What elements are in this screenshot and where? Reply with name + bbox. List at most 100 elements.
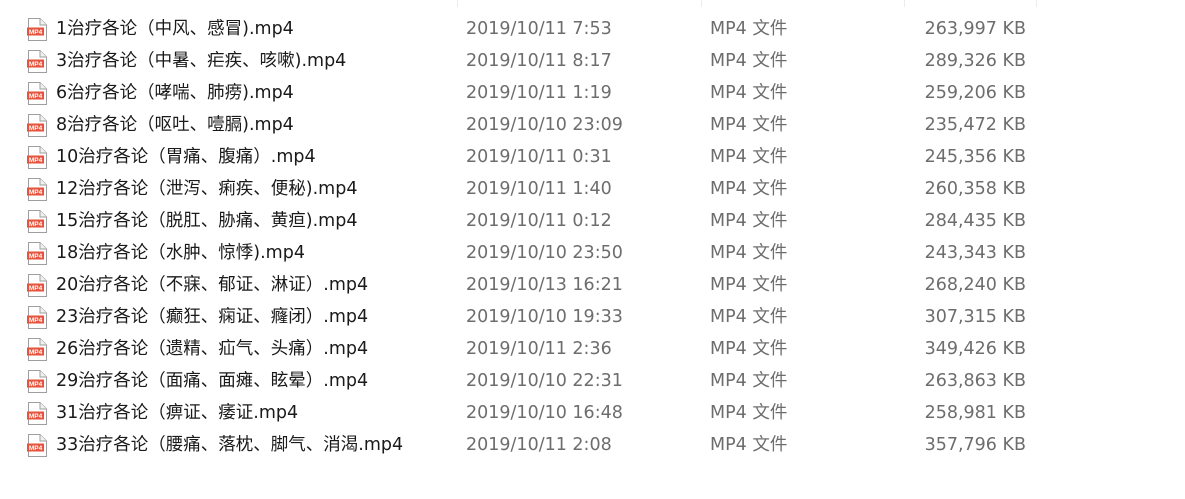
mp4-file-icon: MP4: [27, 338, 47, 361]
file-row[interactable]: MP4 29治疗各论（面痛、面瘫、眩晕）.mp4 2019/10/10 22:3…: [0, 365, 1185, 397]
svg-text:MP4: MP4: [29, 157, 43, 164]
file-row[interactable]: MP4 3治疗各论（中暑、疟疾、咳嗽).mp4 2019/10/11 8:17 …: [0, 45, 1185, 77]
file-row[interactable]: MP4 26治疗各论（遗精、疝气、头痛）.mp4 2019/10/11 2:36…: [0, 333, 1185, 365]
file-size: 243,343 KB: [924, 243, 1026, 263]
file-date-modified: 2019/10/10 22:31: [466, 371, 623, 391]
mp4-file-icon: MP4: [27, 370, 47, 393]
file-row[interactable]: MP4 10治疗各论（胃痛、腹痛）.mp4 2019/10/11 0:31 MP…: [0, 141, 1185, 173]
svg-text:MP4: MP4: [29, 93, 43, 100]
file-date-modified: 2019/10/11 0:12: [466, 211, 612, 231]
mp4-file-icon: MP4: [27, 402, 47, 425]
file-name: 23治疗各论（癫狂、痫证、癃闭）.mp4: [56, 307, 369, 327]
file-row[interactable]: MP4 33治疗各论（腰痛、落枕、脚气、消渴.mp4 2019/10/11 2:…: [0, 429, 1185, 461]
file-type: MP4 文件: [710, 307, 788, 327]
file-type: MP4 文件: [710, 243, 788, 263]
file-date-modified: 2019/10/10 23:50: [466, 243, 623, 263]
file-type: MP4 文件: [710, 275, 788, 295]
file-name: 3治疗各论（中暑、疟疾、咳嗽).mp4: [56, 51, 347, 71]
file-size: 263,997 KB: [924, 19, 1026, 39]
file-name: 29治疗各论（面痛、面瘫、眩晕）.mp4: [56, 371, 369, 391]
mp4-file-icon: MP4: [27, 242, 47, 265]
file-size: 259,206 KB: [924, 83, 1026, 103]
file-size: 263,863 KB: [924, 371, 1026, 391]
file-list: MP4 1治疗各论（中风、感冒).mp4 2019/10/11 7:53 MP4…: [0, 0, 1185, 461]
mp4-file-icon: MP4: [27, 18, 47, 41]
file-type: MP4 文件: [710, 403, 788, 423]
file-type: MP4 文件: [710, 339, 788, 359]
file-type: MP4 文件: [710, 211, 788, 231]
column-divider: [457, 0, 458, 7]
file-name: 15治疗各论（脱肛、胁痛、黄疸).mp4: [56, 211, 358, 231]
svg-text:MP4: MP4: [29, 349, 43, 356]
column-divider: [701, 0, 702, 7]
file-date-modified: 2019/10/10 19:33: [466, 307, 623, 327]
file-date-modified: 2019/10/11 1:40: [466, 179, 612, 199]
svg-text:MP4: MP4: [29, 285, 43, 292]
file-name: 31治疗各论（痹证、痿证.mp4: [56, 403, 299, 423]
file-date-modified: 2019/10/11 0:31: [466, 147, 612, 167]
mp4-file-icon: MP4: [27, 178, 47, 201]
mp4-file-icon: MP4: [27, 82, 47, 105]
file-date-modified: 2019/10/11 2:36: [466, 339, 612, 359]
file-name: 18治疗各论（水肿、惊悸).mp4: [56, 243, 305, 263]
svg-text:MP4: MP4: [29, 381, 43, 388]
file-date-modified: 2019/10/13 16:21: [466, 275, 623, 295]
svg-text:MP4: MP4: [29, 317, 43, 324]
svg-text:MP4: MP4: [29, 221, 43, 228]
file-rows: MP4 1治疗各论（中风、感冒).mp4 2019/10/11 7:53 MP4…: [0, 13, 1185, 461]
svg-text:MP4: MP4: [29, 189, 43, 196]
file-name: 6治疗各论（哮喘、肺痨).mp4: [56, 83, 294, 103]
column-divider: [1036, 0, 1037, 7]
file-date-modified: 2019/10/11 7:53: [466, 19, 612, 39]
column-divider: [904, 0, 905, 7]
file-size: 260,358 KB: [924, 179, 1026, 199]
file-date-modified: 2019/10/11 8:17: [466, 51, 612, 71]
file-date-modified: 2019/10/11 2:08: [466, 435, 612, 455]
file-name: 20治疗各论（不寐、郁证、淋证）.mp4: [56, 275, 369, 295]
file-type: MP4 文件: [710, 19, 788, 39]
file-date-modified: 2019/10/11 1:19: [466, 83, 612, 103]
file-name: 1治疗各论（中风、感冒).mp4: [56, 19, 294, 39]
file-name: 33治疗各论（腰痛、落枕、脚气、消渴.mp4: [56, 435, 404, 455]
mp4-file-icon: MP4: [27, 50, 47, 73]
mp4-file-icon: MP4: [27, 114, 47, 137]
svg-text:MP4: MP4: [29, 125, 43, 132]
svg-text:MP4: MP4: [29, 253, 43, 260]
file-type: MP4 文件: [710, 83, 788, 103]
file-type: MP4 文件: [710, 435, 788, 455]
file-type: MP4 文件: [710, 179, 788, 199]
file-row[interactable]: MP4 6治疗各论（哮喘、肺痨).mp4 2019/10/11 1:19 MP4…: [0, 77, 1185, 109]
svg-text:MP4: MP4: [29, 445, 43, 452]
file-row[interactable]: MP4 23治疗各论（癫狂、痫证、癃闭）.mp4 2019/10/10 19:3…: [0, 301, 1185, 333]
file-name: 8治疗各论（呕吐、噎膈).mp4: [56, 115, 294, 135]
file-row[interactable]: MP4 12治疗各论（泄泻、痢疾、便秘).mp4 2019/10/11 1:40…: [0, 173, 1185, 205]
mp4-file-icon: MP4: [27, 146, 47, 169]
file-row[interactable]: MP4 31治疗各论（痹证、痿证.mp4 2019/10/10 16:48 MP…: [0, 397, 1185, 429]
file-row[interactable]: MP4 15治疗各论（脱肛、胁痛、黄疸).mp4 2019/10/11 0:12…: [0, 205, 1185, 237]
file-row[interactable]: MP4 18治疗各论（水肿、惊悸).mp4 2019/10/10 23:50 M…: [0, 237, 1185, 269]
file-type: MP4 文件: [710, 371, 788, 391]
svg-text:MP4: MP4: [29, 29, 43, 36]
file-type: MP4 文件: [710, 115, 788, 135]
file-date-modified: 2019/10/10 16:48: [466, 403, 623, 423]
file-size: 289,326 KB: [924, 51, 1026, 71]
file-type: MP4 文件: [710, 51, 788, 71]
file-size: 307,315 KB: [924, 307, 1026, 327]
file-row[interactable]: MP4 20治疗各论（不寐、郁证、淋证）.mp4 2019/10/13 16:2…: [0, 269, 1185, 301]
file-date-modified: 2019/10/10 23:09: [466, 115, 623, 135]
file-size: 245,356 KB: [924, 147, 1026, 167]
svg-text:MP4: MP4: [29, 413, 43, 420]
mp4-file-icon: MP4: [27, 210, 47, 233]
file-row[interactable]: MP4 8治疗各论（呕吐、噎膈).mp4 2019/10/10 23:09 MP…: [0, 109, 1185, 141]
file-size: 268,240 KB: [924, 275, 1026, 295]
svg-text:MP4: MP4: [29, 61, 43, 68]
mp4-file-icon: MP4: [27, 306, 47, 329]
file-row[interactable]: MP4 1治疗各论（中风、感冒).mp4 2019/10/11 7:53 MP4…: [0, 13, 1185, 45]
file-size: 235,472 KB: [924, 115, 1026, 135]
file-size: 357,796 KB: [924, 435, 1026, 455]
file-name: 26治疗各论（遗精、疝气、头痛）.mp4: [56, 339, 369, 359]
file-name: 12治疗各论（泄泻、痢疾、便秘).mp4: [56, 179, 358, 199]
mp4-file-icon: MP4: [27, 434, 47, 457]
file-name: 10治疗各论（胃痛、腹痛）.mp4: [56, 147, 316, 167]
mp4-file-icon: MP4: [27, 274, 47, 297]
